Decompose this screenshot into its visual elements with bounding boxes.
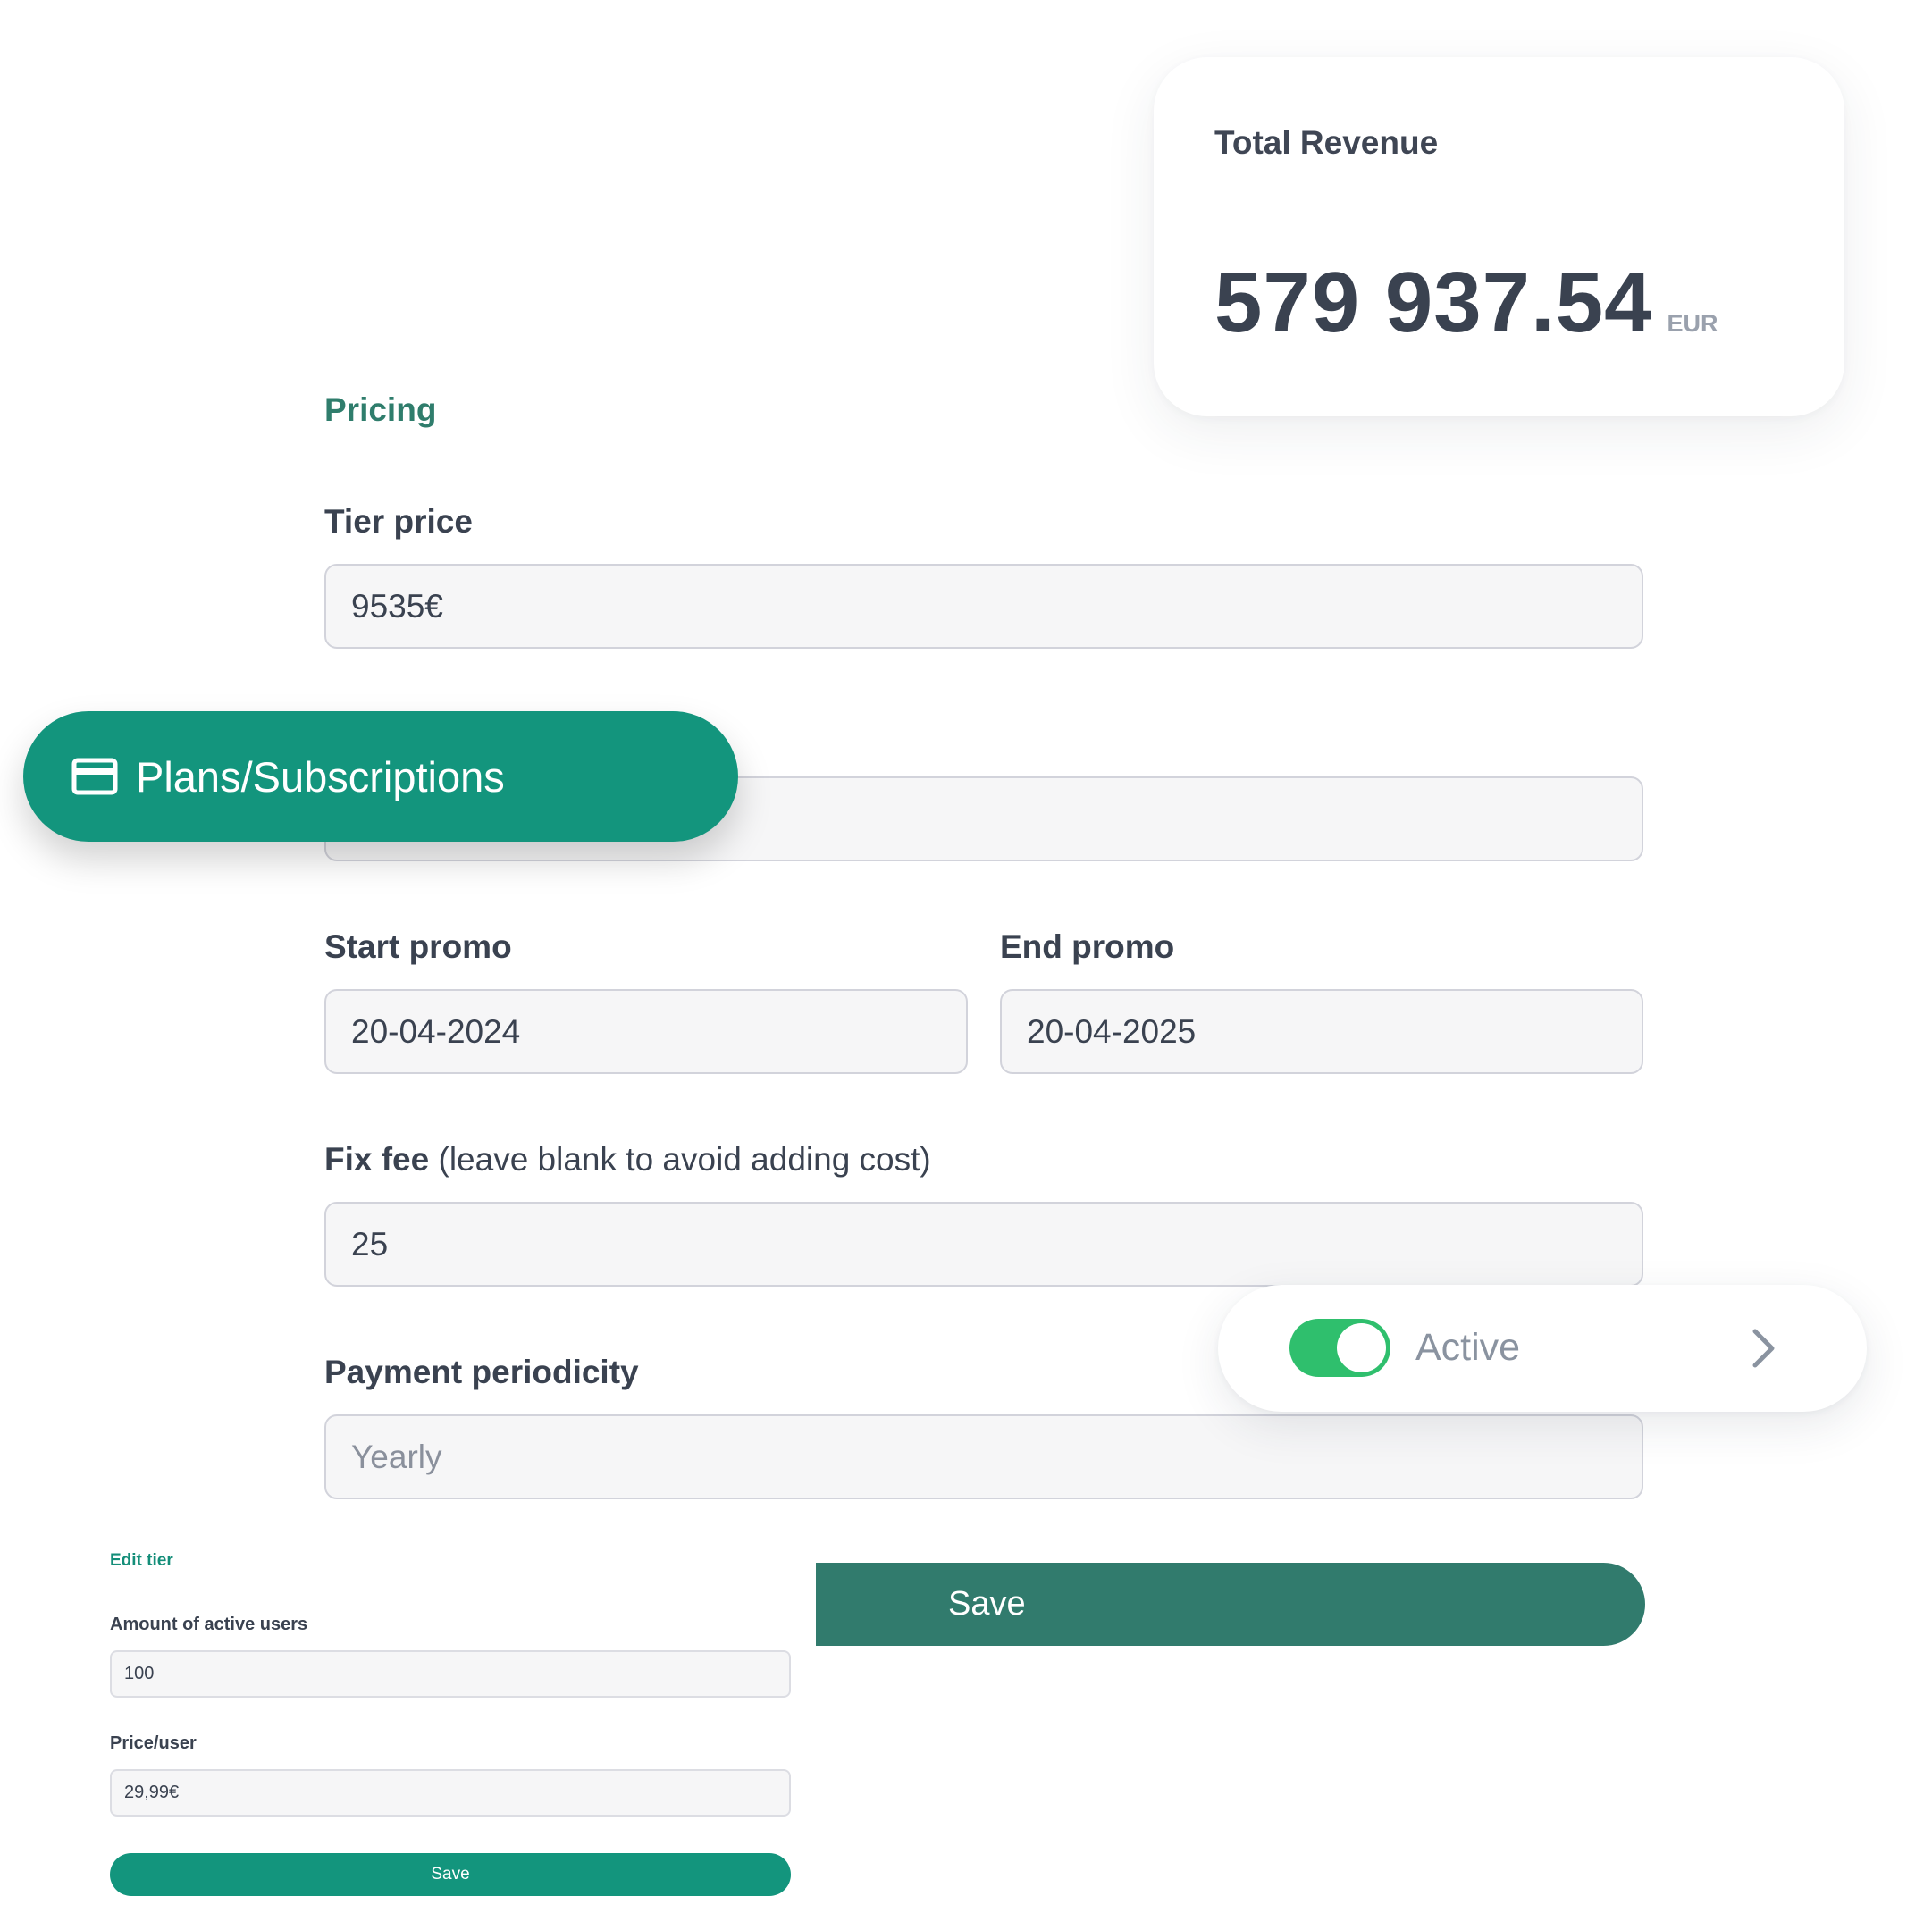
active-switch[interactable] xyxy=(1289,1319,1390,1377)
tier-price-value: 9535€ xyxy=(351,587,443,625)
revenue-amount: 579 937.54 xyxy=(1214,255,1653,350)
fix-fee-input[interactable]: 25 xyxy=(324,1202,1643,1287)
end-promo-input[interactable]: 20-04-2025 xyxy=(1000,989,1643,1074)
periodicity-value: Yearly xyxy=(351,1438,442,1475)
edit-tier-save-button[interactable]: Save xyxy=(110,1853,791,1896)
active-label: Active xyxy=(1415,1326,1521,1369)
periodicity-label: Payment periodicity xyxy=(324,1354,639,1390)
revenue-title: Total Revenue xyxy=(1214,124,1439,161)
price-user-input[interactable]: 29,99€ xyxy=(110,1769,791,1817)
chevron-right-icon[interactable] xyxy=(1751,1328,1777,1369)
price-user-value: 29,99€ xyxy=(124,1783,180,1802)
tier-price-input[interactable]: 9535€ xyxy=(324,564,1643,649)
fix-fee-hint: (leave blank to avoid adding cost) xyxy=(438,1141,931,1178)
start-promo-label: Start promo xyxy=(324,928,512,965)
revenue-amount-group: 579 937.54 EUR xyxy=(1214,254,1718,352)
end-promo-value: 20-04-2025 xyxy=(1027,1012,1197,1050)
start-promo-value: 20-04-2024 xyxy=(351,1012,521,1050)
nav-plans-subscriptions[interactable]: Plans/Subscriptions xyxy=(23,711,738,842)
revenue-card: Total Revenue 579 937.54 EUR xyxy=(1154,57,1844,416)
credit-card-icon xyxy=(71,758,118,795)
price-user-label: Price/user xyxy=(110,1733,197,1753)
fix-fee-value: 25 xyxy=(351,1225,389,1263)
revenue-currency: EUR xyxy=(1667,310,1718,337)
active-toggle-card[interactable]: Active xyxy=(1218,1285,1867,1412)
periodicity-select[interactable]: Yearly xyxy=(324,1414,1643,1499)
tier-price-label: Tier price xyxy=(324,503,473,540)
start-promo-input[interactable]: 20-04-2024 xyxy=(324,989,968,1074)
end-promo-label: End promo xyxy=(1000,928,1175,965)
switch-knob xyxy=(1337,1323,1386,1372)
pricing-section-title: Pricing xyxy=(324,391,437,428)
save-button[interactable]: Save xyxy=(816,1563,1645,1646)
active-users-value: 100 xyxy=(124,1664,155,1683)
edit-tier-title: Edit tier xyxy=(110,1551,173,1570)
active-users-input[interactable]: 100 xyxy=(110,1650,791,1698)
fix-fee-label-text: Fix fee xyxy=(324,1141,430,1178)
fix-fee-label: Fix fee (leave blank to avoid adding cos… xyxy=(324,1141,931,1179)
active-users-label: Amount of active users xyxy=(110,1615,308,1634)
nav-label: Plans/Subscriptions xyxy=(136,752,505,801)
